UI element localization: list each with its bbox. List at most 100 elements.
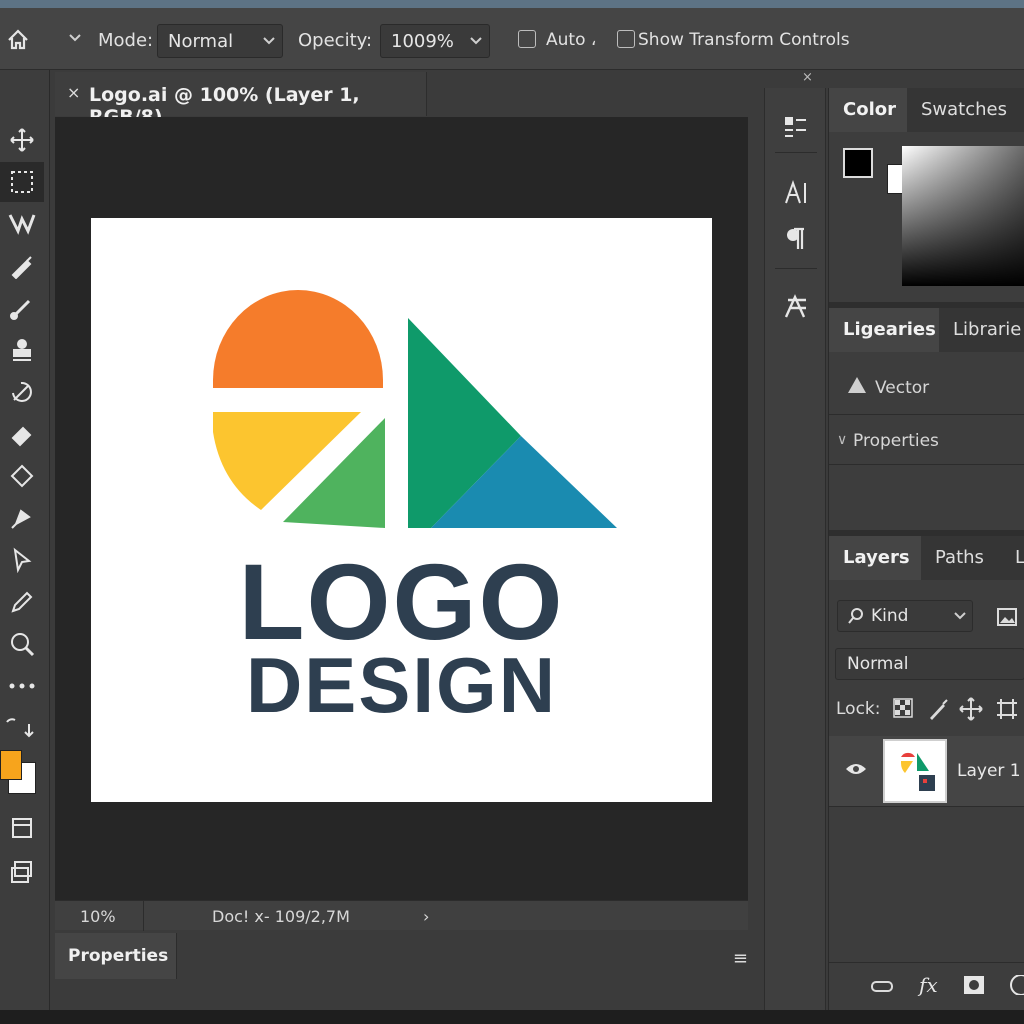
blend-mode-value: Normal: [847, 654, 909, 674]
glyphs-panel-icon[interactable]: [765, 284, 827, 330]
history-brush-icon[interactable]: [0, 372, 44, 412]
libraries-panel-tabs: Ligearies Librarie: [829, 308, 1024, 352]
lock-artboard-icon[interactable]: [995, 697, 1019, 721]
show-transform-label: Show Transform Controls: [638, 30, 850, 50]
tab-ligearies[interactable]: Ligearies: [829, 308, 939, 352]
layer-name[interactable]: Layer 1: [957, 761, 1021, 781]
tab-more[interactable]: Le: [1001, 536, 1024, 580]
edit-pen-icon[interactable]: [0, 582, 44, 622]
tab-layers[interactable]: Layers: [829, 536, 921, 580]
tab-swatches[interactable]: Swatches: [907, 88, 1024, 132]
pencil-tool-icon[interactable]: [0, 288, 44, 328]
zoom-level[interactable]: 10%: [80, 907, 116, 926]
eraser-tool-icon[interactable]: [0, 414, 44, 454]
auto-select-label: Auto ،: [546, 30, 597, 50]
layer-filter-select[interactable]: Kind: [837, 600, 973, 632]
chevron-down-icon: [954, 611, 966, 621]
chevron-down-icon: [469, 34, 483, 48]
mode-select[interactable]: Normal: [157, 24, 283, 58]
vector-label[interactable]: Vector: [875, 378, 929, 398]
expand-chevron-icon[interactable]: ∨: [837, 432, 847, 448]
blend-mode-select[interactable]: Normal: [835, 648, 1024, 680]
path-selection-icon[interactable]: [0, 540, 44, 580]
vector-icon: [847, 376, 867, 394]
marquee-tool-icon[interactable]: [0, 162, 44, 202]
layer-filter-value: Kind: [871, 606, 909, 626]
status-divider: [143, 901, 144, 931]
status-menu-arrow[interactable]: ›: [423, 907, 429, 926]
visibility-eye-icon[interactable]: [845, 762, 867, 776]
window-bottom-strip: [0, 1010, 1024, 1024]
mode-value: Normal: [168, 31, 234, 52]
search-icon: [848, 607, 864, 625]
stamp-tool-icon[interactable]: [0, 330, 44, 370]
lock-label: Lock:: [836, 699, 881, 719]
mini-separator: [775, 152, 817, 153]
layer-row[interactable]: Layer 1: [829, 736, 1024, 806]
row-divider: [829, 414, 1024, 415]
foreground-color-swatch[interactable]: [0, 750, 22, 780]
show-transform-checkbox[interactable]: [617, 30, 635, 48]
more-tools-icon[interactable]: [0, 666, 44, 706]
color-swatches[interactable]: [0, 750, 38, 794]
layers-footer: fx: [829, 962, 1024, 1010]
row-divider: [829, 464, 1024, 465]
opacity-field[interactable]: 1009%: [380, 24, 490, 58]
home-icon[interactable]: [6, 28, 30, 52]
opacity-value: 1009%: [391, 31, 454, 52]
lock-transparency-icon[interactable]: [893, 698, 913, 718]
tab-libraries[interactable]: Librarie: [939, 308, 1024, 352]
logo-orange-half-circle: [213, 290, 383, 388]
row-divider: [829, 806, 1024, 807]
properties-section-label[interactable]: Properties: [853, 431, 939, 451]
panel-menu-icon[interactable]: ≡: [733, 948, 748, 969]
paragraph-panel-icon[interactable]: [765, 216, 827, 262]
collapsed-panels-strip: [764, 88, 826, 1010]
layer-thumbnail: [883, 739, 947, 803]
lock-pixels-brush-icon[interactable]: [927, 698, 949, 720]
quick-mask-icon[interactable]: [0, 808, 44, 848]
auto-select-checkbox[interactable]: [518, 30, 536, 48]
color-panel-tabs: Color Swatches: [829, 88, 1024, 132]
lock-position-icon[interactable]: [959, 697, 983, 721]
move-tool-icon[interactable]: [0, 120, 44, 160]
tab-properties[interactable]: Properties: [55, 933, 177, 979]
logo-text-line1: LOGO: [238, 541, 565, 662]
image-filter-icon[interactable]: [997, 608, 1017, 626]
tool-preset-chevron-icon[interactable]: [68, 33, 82, 43]
logo-text-line2: DESIGN: [245, 641, 558, 729]
status-bar: 10% Doc! x- 109/2,7M ›: [55, 900, 748, 931]
chevron-down-icon: [262, 34, 276, 48]
layers-panel-tabs: Layers Paths Le: [829, 536, 1024, 580]
document-tab[interactable]: × Logo.ai @ 100% (Layer 1, RGB/8): [55, 72, 427, 128]
brush-tool-icon[interactable]: [0, 246, 44, 286]
color-picker-gradient[interactable]: [902, 146, 1024, 286]
options-bar: Mode: Normal Opecity: 1009% Auto ، Show …: [0, 8, 1024, 70]
document-size-info: Doc! x- 109/2,7M: [212, 907, 350, 926]
lasso-tool-icon[interactable]: [0, 204, 44, 244]
mini-separator: [775, 268, 817, 269]
link-layers-icon[interactable]: [871, 979, 893, 993]
zoom-tool-icon[interactable]: [0, 624, 44, 664]
properties-panel-icon[interactable]: [765, 104, 827, 150]
window-top-strip: [0, 0, 1024, 8]
opacity-label: Opecity:: [298, 30, 373, 51]
foreground-color-box[interactable]: [843, 148, 873, 178]
screen-mode-icon[interactable]: [0, 852, 44, 892]
swap-colors-icon[interactable]: [0, 708, 44, 748]
tab-color[interactable]: Color: [829, 88, 907, 132]
character-panel-icon[interactable]: [765, 170, 827, 216]
properties-panel-bottom: Properties ≡: [55, 933, 760, 1010]
mode-label: Mode:: [98, 30, 154, 51]
panel-close-icon[interactable]: ×: [802, 70, 813, 85]
artboard[interactable]: LOGO DESIGN: [91, 218, 712, 802]
tab-paths[interactable]: Paths: [921, 536, 1001, 580]
tab-properties-label: Properties: [68, 946, 169, 966]
adjustment-layer-icon[interactable]: [1009, 975, 1024, 995]
tools-panel: [0, 70, 50, 1010]
tab-close-icon[interactable]: ×: [67, 83, 80, 102]
gradient-tool-icon[interactable]: [0, 456, 44, 496]
fx-icon[interactable]: fx: [919, 973, 938, 997]
add-mask-icon[interactable]: [963, 975, 985, 995]
pen-tool-icon[interactable]: [0, 498, 44, 538]
